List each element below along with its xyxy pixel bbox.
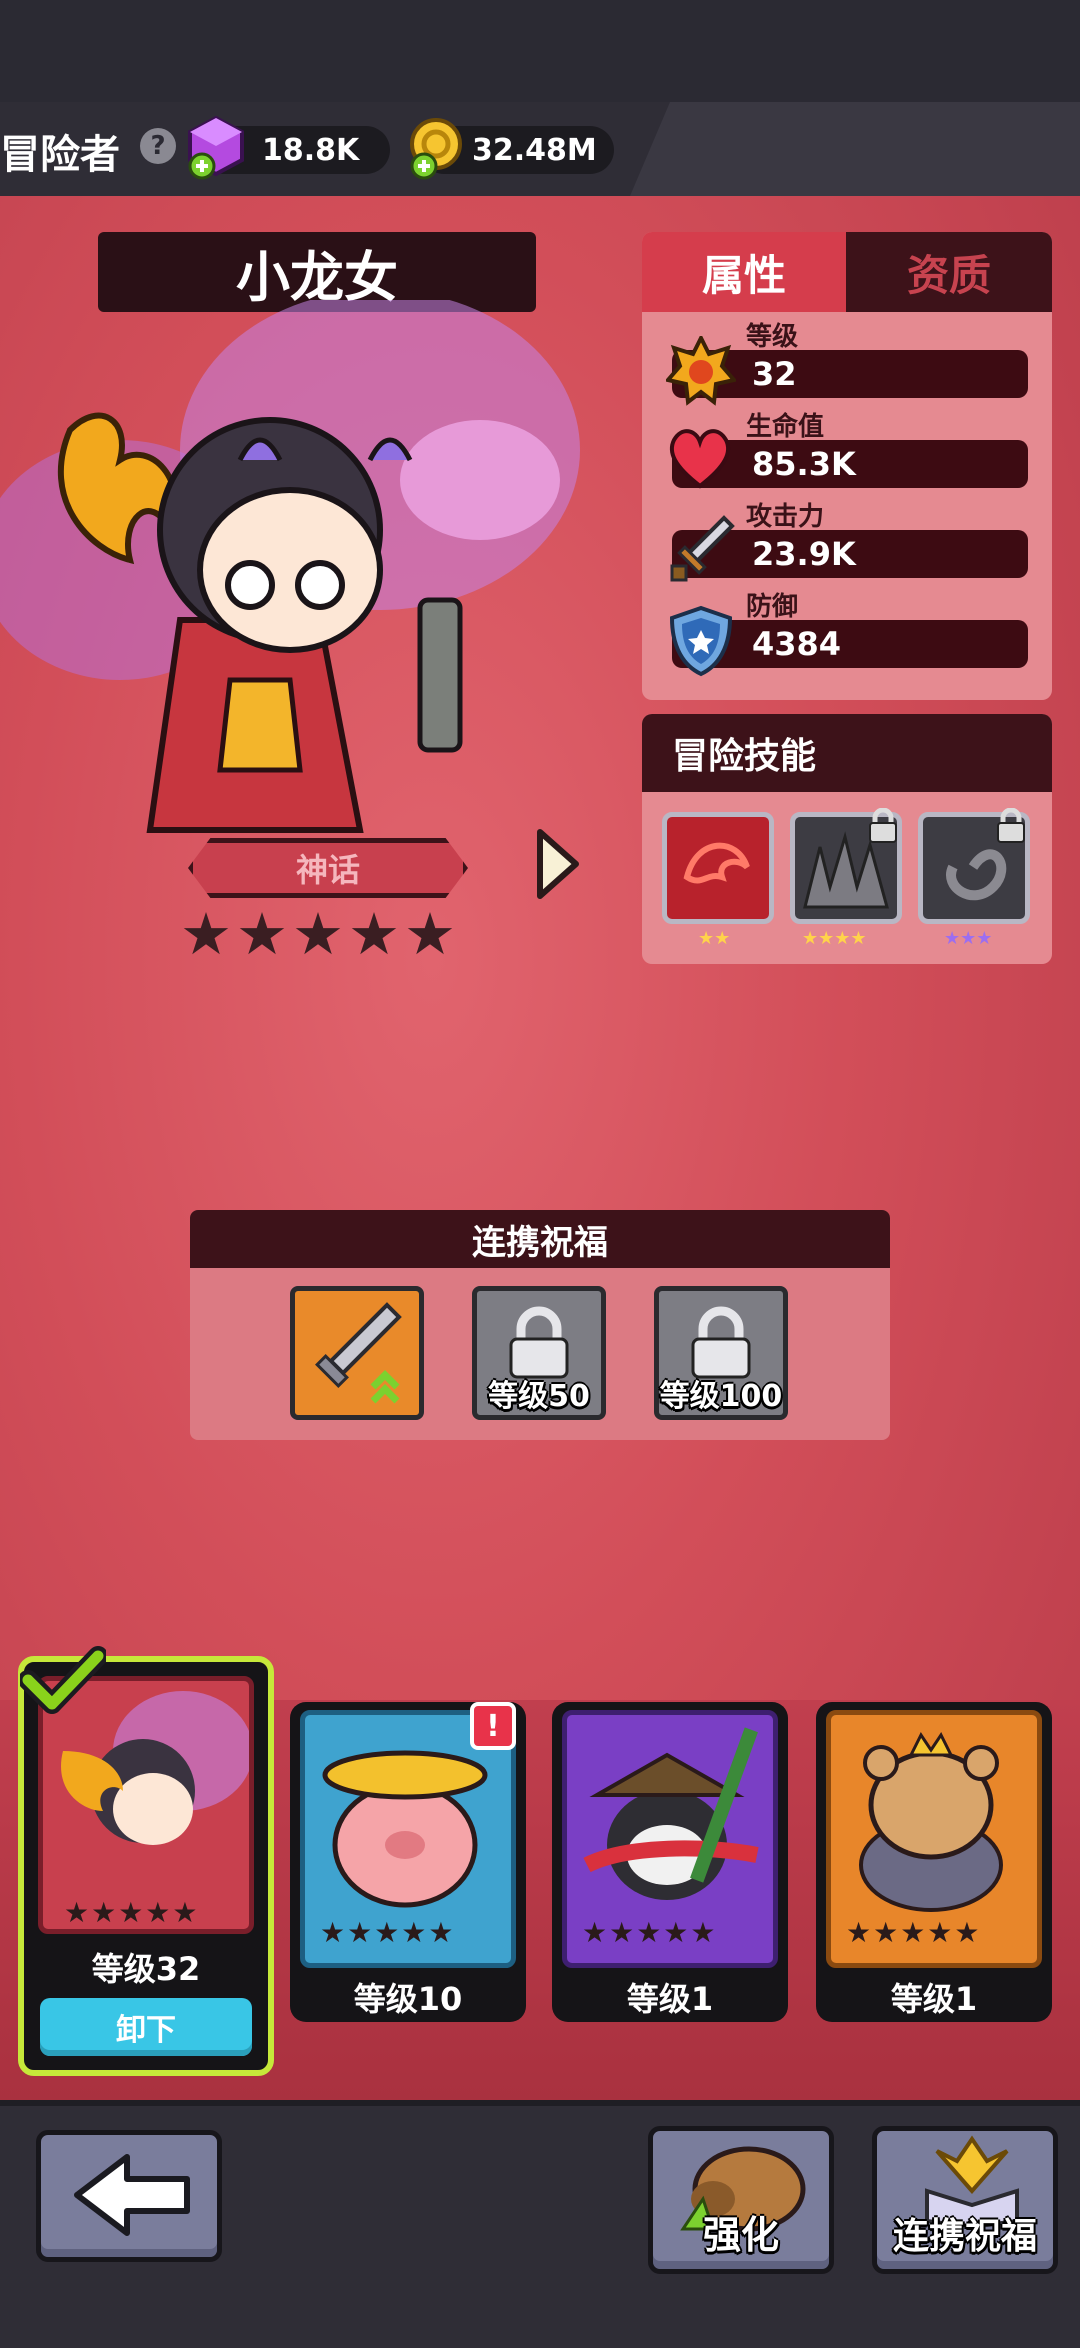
blessing-slot-locked-100[interactable]: 等级100 [654, 1286, 788, 1420]
stat-label-defense: 防御 [746, 592, 799, 622]
skills-title-text: 冒险技能 [672, 736, 817, 777]
hero-card-stars: ★★★★★ [64, 1896, 200, 1929]
stats-panel: 属性 资质 等级 32 生命值 85.3K 攻击力 23.9K 防御 4384 [642, 232, 1052, 700]
sword-icon [670, 515, 735, 582]
blessing-button-label: 连携祝福 [892, 2216, 1037, 2257]
hero-card-panda[interactable]: ★★★★★ 等级1 [552, 1702, 788, 2022]
dragon-skill-icon[interactable] [662, 812, 774, 924]
skill-2-stars: ★★★★ [802, 928, 867, 949]
stat-defense-text: 4384 [752, 625, 842, 663]
stat-label-hp: 生命值 [746, 412, 825, 442]
hero-card-stars: ★★★★★ [582, 1916, 718, 1949]
hero-stars: ★★★★★ [180, 900, 460, 968]
hero-card-level: 等级1 [626, 1980, 714, 2018]
top-bar-right-panel [630, 102, 1080, 196]
stat-label-level: 等级 [746, 322, 799, 352]
stat-level-text: 32 [752, 355, 797, 393]
next-arrow-icon[interactable] [532, 826, 582, 902]
hero-card-level: 等级32 [91, 1950, 201, 1988]
stat-hp-text: 85.3K [752, 445, 856, 483]
blessing-panel: 连携祝福 等级50 等级100 [190, 1210, 890, 1440]
tab-attributes[interactable]: 属性 [642, 232, 846, 312]
upgrade-label: 强化 [702, 2213, 779, 2257]
hero-portrait [0, 300, 580, 833]
tab-attributes-label: 属性 [701, 250, 786, 300]
checkmark-icon [20, 1646, 106, 1714]
hero-card-pig[interactable]: ★★★★★ 等级10 [290, 1702, 526, 2022]
blessing-title-text: 连携祝福 [472, 1222, 608, 1263]
page-title: 冒险者 [0, 132, 120, 178]
shield-icon [669, 605, 733, 677]
stat-label-attack: 攻击力 [746, 502, 825, 532]
tab-quality[interactable]: 资质 [846, 232, 1052, 312]
alert-badge: ! [470, 1702, 516, 1750]
hero-card-level: 等级1 [890, 1980, 978, 2018]
gem-icon[interactable] [186, 116, 246, 180]
hero-card-level: 等级10 [353, 1980, 463, 2018]
coin-icon[interactable] [406, 116, 468, 180]
blessing-button[interactable]: 连携祝福 [872, 2126, 1058, 2274]
upgrade-button[interactable]: 强化 [648, 2126, 834, 2274]
lock-icon [866, 807, 900, 844]
sword-upgrade-icon[interactable] [290, 1286, 424, 1420]
lock-icon [509, 1306, 569, 1379]
hero-card-bear[interactable]: ★★★★★ 等级1 [816, 1702, 1052, 2022]
sun-badge-icon [666, 336, 736, 406]
hero-card-stars: ★★★★★ [846, 1916, 982, 1949]
blessing-slot-3-label: 等级100 [659, 1379, 783, 1414]
blessing-slot-locked-50[interactable]: 等级50 [472, 1286, 606, 1420]
stat-attack-text: 23.9K [752, 535, 856, 573]
hero-card-dragon-girl[interactable]: ★★★★★ 等级32 卸下 [18, 1656, 274, 2076]
lock-icon [691, 1306, 751, 1379]
heart-icon [669, 429, 731, 489]
lock-icon [994, 807, 1028, 844]
coins-value: 32.48M [472, 132, 597, 168]
back-arrow-icon [74, 2154, 190, 2236]
skill-3-stars: ★★★ [944, 928, 993, 949]
gems-value: 18.8K [262, 132, 360, 168]
blessing-slot-2-label: 等级50 [488, 1379, 590, 1414]
unequip-button[interactable]: 卸下 [40, 1998, 252, 2056]
unequip-button-label: 卸下 [116, 2013, 176, 2048]
tab-quality-label: 资质 [906, 250, 991, 300]
rarity-label: 神话 [295, 851, 360, 889]
skills-title: 冒险技能 [642, 714, 1052, 792]
back-button[interactable] [36, 2130, 222, 2262]
skill-1-stars: ★★ [698, 928, 731, 949]
status-bar [0, 0, 1080, 102]
rarity-badge: 神话 [188, 838, 468, 898]
alert-badge-text: ! [486, 1708, 500, 1744]
skills-panel: 冒险技能 ★★ ★★★★ ★★★ [642, 714, 1052, 964]
hero-card-stars: ★★★★★ [320, 1916, 456, 1949]
blessing-title: 连携祝福 [190, 1210, 890, 1268]
question-icon[interactable]: ? [140, 128, 176, 164]
